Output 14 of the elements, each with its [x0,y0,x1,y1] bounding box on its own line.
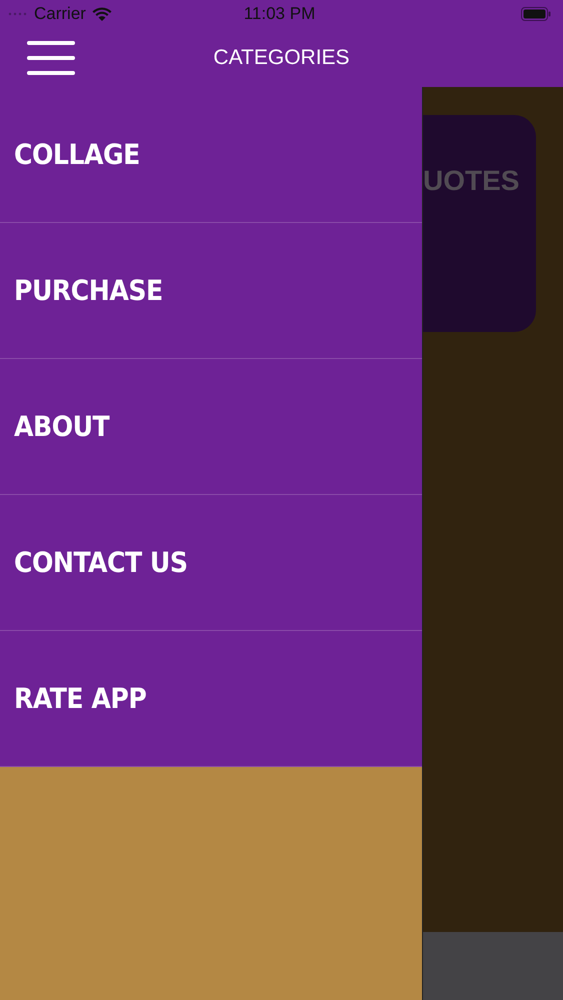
carrier-name: Carrier [34,4,86,24]
drawer-item[interactable]: CONTACT US [0,495,422,631]
drawer-item[interactable]: ABOUT [0,359,422,495]
menu-button[interactable] [27,40,75,76]
signal-icon [8,12,28,16]
drawer-item[interactable]: COLLAGE [0,87,422,223]
battery-icon [521,7,551,21]
drawer-item[interactable]: PURCHASE [0,223,422,359]
nav-title: CATEGORIES [213,46,350,70]
card-title: UOTES [423,165,520,197]
menu-icon [27,40,75,76]
clock-time: 11:03 PM [244,4,316,24]
drawer-item[interactable]: RATE APP [0,631,422,767]
wifi-icon [92,6,112,22]
